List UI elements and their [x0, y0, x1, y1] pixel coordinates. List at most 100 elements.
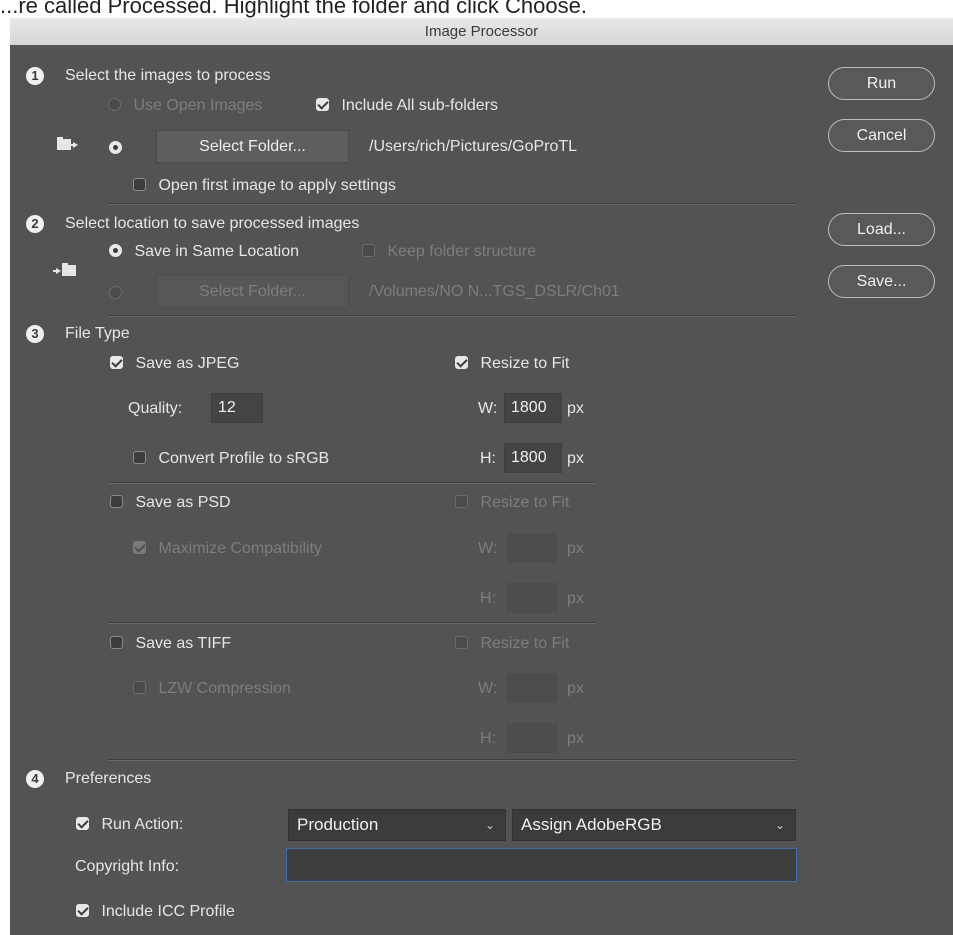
- load-button[interactable]: Load...: [828, 213, 935, 246]
- include-icc-profile-checkbox[interactable]: Include ICC Profile: [76, 903, 235, 921]
- checkbox-indicator: [133, 541, 146, 554]
- radio-indicator: [109, 286, 122, 299]
- run-button[interactable]: Run: [828, 67, 935, 100]
- checkbox-indicator: [455, 356, 468, 369]
- checkbox-indicator: [455, 495, 468, 508]
- checkbox-indicator: [455, 636, 468, 649]
- action-name-value: Assign AdobeRGB: [521, 815, 662, 834]
- source-folder-icon: [56, 135, 82, 155]
- psd-height-unit: px: [567, 590, 584, 607]
- jpeg-width-unit: px: [567, 400, 584, 417]
- jpeg-resize-label: Resize to Fit: [480, 355, 570, 372]
- use-open-images-radio[interactable]: Use Open Images: [108, 97, 262, 115]
- save-as-tiff-checkbox[interactable]: Save as TIFF: [110, 635, 231, 653]
- checkbox-indicator: [110, 356, 123, 369]
- save-as-tiff-label: Save as TIFF: [135, 635, 232, 652]
- tiff-height-field[interactable]: [507, 723, 557, 753]
- jpeg-height-unit: px: [567, 450, 584, 467]
- checkbox-indicator: [362, 244, 375, 257]
- select-source-folder-button[interactable]: Select Folder...: [156, 130, 349, 163]
- psd-width-field[interactable]: [507, 533, 557, 563]
- action-set-value: Production: [297, 815, 379, 834]
- select-folder-source-radio[interactable]: [109, 140, 122, 158]
- section-1-badge: 1: [26, 67, 44, 85]
- use-open-images-label: Use Open Images: [133, 97, 263, 114]
- psd-resize-label: Resize to Fit: [480, 494, 570, 511]
- section-3-badge: 3: [26, 325, 44, 343]
- lzw-compression-checkbox[interactable]: LZW Compression: [133, 680, 291, 698]
- section-2-badge: 2: [26, 215, 44, 233]
- section-divider: [108, 203, 796, 205]
- open-first-image-checkbox[interactable]: Open first image to apply settings: [133, 177, 396, 195]
- destination-folder-icon: [52, 261, 78, 281]
- tiff-resize-to-fit-checkbox[interactable]: Resize to Fit: [455, 635, 569, 653]
- tiff-width-field[interactable]: [507, 673, 557, 703]
- maximize-compatibility-label: Maximize Compatibility: [158, 540, 323, 557]
- copyright-info-field[interactable]: [286, 848, 797, 882]
- section-3-title: File Type: [65, 325, 130, 342]
- jpeg-height-field[interactable]: 1800: [504, 443, 562, 473]
- keep-folder-structure-checkbox[interactable]: Keep folder structure: [362, 243, 536, 261]
- maximize-compatibility-checkbox[interactable]: Maximize Compatibility: [133, 540, 322, 558]
- psd-height-field[interactable]: [507, 583, 557, 613]
- jpeg-width-field[interactable]: 1800: [504, 393, 562, 423]
- include-subfolders-label: Include All sub-folders: [341, 97, 498, 114]
- jpeg-height-label: H:: [480, 450, 496, 467]
- run-action-label: Run Action:: [101, 816, 184, 833]
- psd-resize-to-fit-checkbox[interactable]: Resize to Fit: [455, 494, 569, 512]
- checkbox-indicator: [316, 98, 329, 111]
- jpeg-quality-field[interactable]: 12: [211, 393, 263, 423]
- convert-to-srgb-checkbox[interactable]: Convert Profile to sRGB: [133, 450, 329, 468]
- checkbox-indicator: [76, 817, 89, 830]
- instruction-caption: ...re called Processed. Highlight the fo…: [0, 0, 587, 18]
- checkbox-indicator: [110, 636, 123, 649]
- section-2-title: Select location to save processed images: [65, 215, 360, 232]
- chevron-down-icon: ⌄: [774, 818, 785, 832]
- checkbox-indicator: [133, 451, 146, 464]
- psd-width-label: W:: [478, 540, 498, 557]
- source-folder-path: /Users/rich/Pictures/GoProTL: [369, 138, 578, 155]
- include-subfolders-checkbox[interactable]: Include All sub-folders: [316, 97, 498, 115]
- checkbox-indicator: [133, 178, 146, 191]
- save-settings-button[interactable]: Save...: [828, 265, 935, 298]
- tiff-height-unit: px: [567, 730, 584, 747]
- file-type-divider: [108, 622, 596, 624]
- cancel-button[interactable]: Cancel: [828, 119, 935, 152]
- image-processor-dialog: 1 Select the images to process Use Open …: [10, 45, 953, 935]
- checkbox-indicator: [110, 495, 123, 508]
- section-divider: [108, 315, 796, 317]
- save-as-psd-checkbox[interactable]: Save as PSD: [110, 494, 231, 512]
- section-1-title: Select the images to process: [65, 67, 271, 84]
- radio-indicator: [109, 141, 122, 154]
- open-first-image-label: Open first image to apply settings: [158, 177, 396, 194]
- save-same-location-radio[interactable]: Save in Same Location: [109, 243, 299, 261]
- checkbox-indicator: [133, 681, 146, 694]
- jpeg-resize-to-fit-checkbox[interactable]: Resize to Fit: [455, 355, 569, 373]
- section-4-badge: 4: [26, 770, 44, 788]
- save-as-jpeg-label: Save as JPEG: [135, 355, 240, 372]
- tiff-width-unit: px: [567, 680, 584, 697]
- save-as-psd-label: Save as PSD: [135, 494, 231, 511]
- section-4-title: Preferences: [65, 770, 152, 787]
- radio-indicator: [108, 98, 121, 111]
- tiff-width-label: W:: [478, 680, 498, 697]
- select-destination-folder-button[interactable]: Select Folder...: [156, 275, 349, 308]
- run-action-checkbox[interactable]: Run Action:: [76, 816, 183, 834]
- select-folder-destination-radio[interactable]: [109, 285, 122, 303]
- action-name-dropdown[interactable]: Assign AdobeRGB ⌄: [512, 809, 796, 841]
- copyright-info-label: Copyright Info:: [75, 858, 180, 875]
- file-type-divider: [108, 482, 596, 484]
- keep-folder-structure-label: Keep folder structure: [387, 243, 536, 260]
- destination-folder-path: /Volumes/NO N...TGS_DSLR/Ch01: [369, 283, 620, 300]
- include-icc-profile-label: Include ICC Profile: [101, 903, 235, 920]
- checkbox-indicator: [76, 904, 89, 917]
- tiff-resize-label: Resize to Fit: [480, 635, 570, 652]
- psd-width-unit: px: [567, 540, 584, 557]
- save-as-jpeg-checkbox[interactable]: Save as JPEG: [110, 355, 240, 373]
- action-set-dropdown[interactable]: Production ⌄: [288, 809, 506, 841]
- section-divider: [108, 759, 796, 761]
- jpeg-quality-label: Quality:: [128, 400, 183, 417]
- chevron-down-icon: ⌄: [484, 818, 495, 832]
- save-same-location-label: Save in Same Location: [134, 243, 299, 260]
- psd-height-label: H:: [480, 590, 496, 607]
